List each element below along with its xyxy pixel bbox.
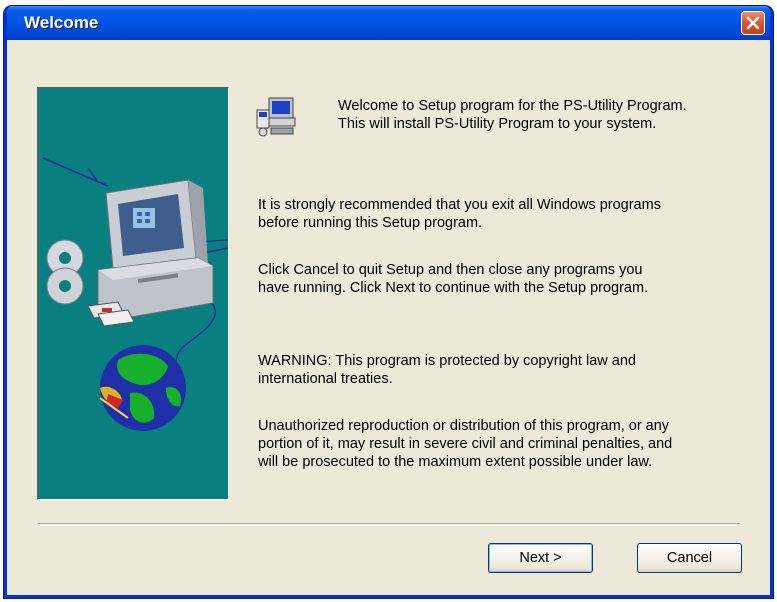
warning-text: WARNING: This program is protected by co… [258,353,636,387]
close-button[interactable] [741,11,765,35]
next-button[interactable]: Next > [488,543,593,573]
instructions-text: Click Cancel to quit Setup and then clos… [258,262,649,296]
title-bar[interactable]: Welcome [7,6,770,40]
close-icon [746,16,760,30]
window-title: Welcome [24,13,99,32]
divider [37,523,740,525]
recommend-text: It is strongly recommended that you exit… [258,197,661,231]
setup-computer-icon [255,96,297,138]
setup-illustration-panel [37,87,229,500]
cancel-button[interactable]: Cancel [637,543,742,573]
intro-text: Welcome to Setup program for the PS-Util… [338,98,687,132]
penalty-text: Unauthorized reproduction or distributio… [258,418,673,470]
computer-illustration [42,157,228,431]
